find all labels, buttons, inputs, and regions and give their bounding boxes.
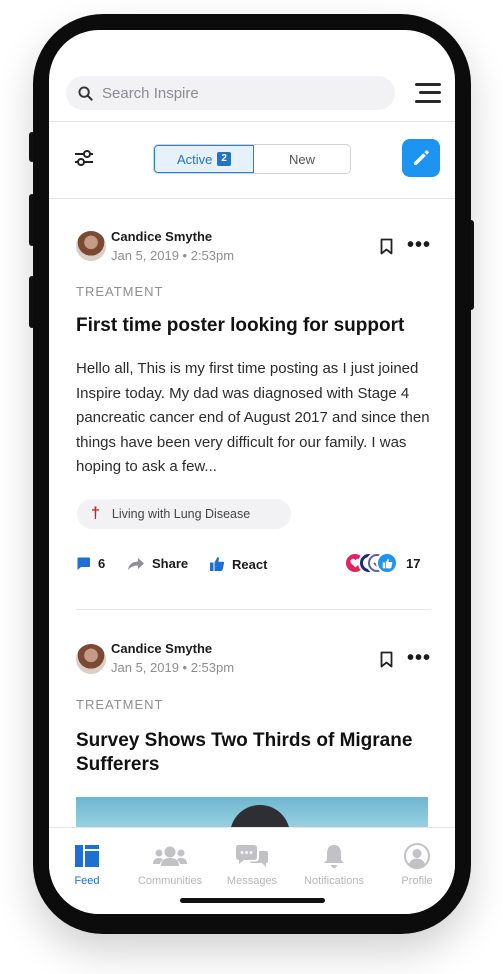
like-reaction-icon	[376, 552, 398, 574]
new-filter-label: New	[288, 151, 315, 167]
active-filter-button[interactable]: Active 2	[154, 145, 254, 173]
post-title[interactable]: Survey Shows Two Thirds of Migrane Suffe…	[76, 729, 436, 777]
react-label: React	[232, 556, 268, 572]
tab-profile-label: Profile	[401, 875, 433, 887]
more-options-icon[interactable]: •••	[407, 235, 431, 255]
pencil-icon	[414, 150, 429, 165]
filter-divider	[49, 198, 455, 199]
feed-filter-toggle: Active 2 New	[153, 144, 351, 174]
reaction-count: 17	[406, 556, 421, 571]
tab-feed-label: Feed	[74, 875, 100, 887]
reaction-summary[interactable]	[344, 552, 398, 574]
post-category: TREATMENT	[76, 697, 164, 712]
bookmark-icon[interactable]	[380, 651, 393, 668]
more-options-icon[interactable]: •••	[407, 648, 431, 668]
communities-icon	[153, 846, 187, 866]
comments-button[interactable]: 6	[76, 556, 105, 571]
react-button[interactable]: React	[209, 556, 267, 572]
profile-icon	[404, 843, 430, 869]
tab-profile[interactable]: Profile	[377, 840, 455, 887]
menu-icon[interactable]	[415, 83, 441, 103]
author-avatar[interactable]	[76, 644, 106, 674]
tab-notifications[interactable]: Notifications	[294, 840, 374, 887]
post-excerpt[interactable]: Hello all, This is my first time posting…	[76, 357, 431, 480]
comment-icon	[77, 557, 90, 570]
search-bar[interactable]	[66, 76, 395, 110]
search-input[interactable]	[102, 84, 342, 102]
messages-icon	[236, 845, 268, 867]
active-filter-label: Active	[177, 151, 213, 167]
home-indicator[interactable]	[180, 898, 325, 903]
community-tag[interactable]: † Living with Lung Disease	[77, 499, 291, 529]
active-count-badge: 2	[217, 152, 231, 166]
tab-communities-label: Communities	[137, 875, 203, 887]
share-button[interactable]: Share	[127, 556, 188, 571]
new-filter-button[interactable]: New	[254, 145, 350, 173]
author-name[interactable]: Candice Smythe	[111, 229, 212, 244]
search-icon	[78, 85, 93, 101]
bookmark-icon[interactable]	[380, 238, 393, 255]
app-screen: Active 2 New Candice Smythe Jan 5, 2019 …	[49, 30, 455, 914]
filter-sliders-icon[interactable]	[74, 149, 94, 167]
tab-communities[interactable]: Communities	[130, 840, 210, 887]
post-title[interactable]: First time poster looking for support	[76, 314, 436, 338]
thumbs-up-icon	[210, 557, 225, 571]
post-date: Jan 5, 2019 • 2:53pm	[111, 660, 235, 675]
community-tag-label: Living with Lung Disease	[111, 507, 251, 521]
tab-messages[interactable]: Messages	[212, 840, 292, 887]
post-divider	[76, 609, 431, 610]
feed-icon	[75, 845, 99, 867]
comment-count: 6	[98, 556, 106, 571]
tab-feed[interactable]: Feed	[49, 840, 127, 887]
header-divider	[49, 121, 455, 122]
share-label: Share	[152, 556, 189, 571]
tab-notifications-label: Notifications	[304, 875, 364, 887]
compose-button[interactable]	[402, 139, 440, 177]
post-date: Jan 5, 2019 • 2:53pm	[111, 248, 235, 263]
lung-community-icon: †	[91, 505, 100, 522]
author-avatar[interactable]	[76, 231, 106, 261]
bell-icon	[324, 845, 344, 868]
author-name[interactable]: Candice Smythe	[111, 641, 212, 656]
tab-messages-label: Messages	[226, 875, 278, 887]
share-icon	[128, 557, 144, 570]
post-category: TREATMENT	[76, 284, 164, 299]
